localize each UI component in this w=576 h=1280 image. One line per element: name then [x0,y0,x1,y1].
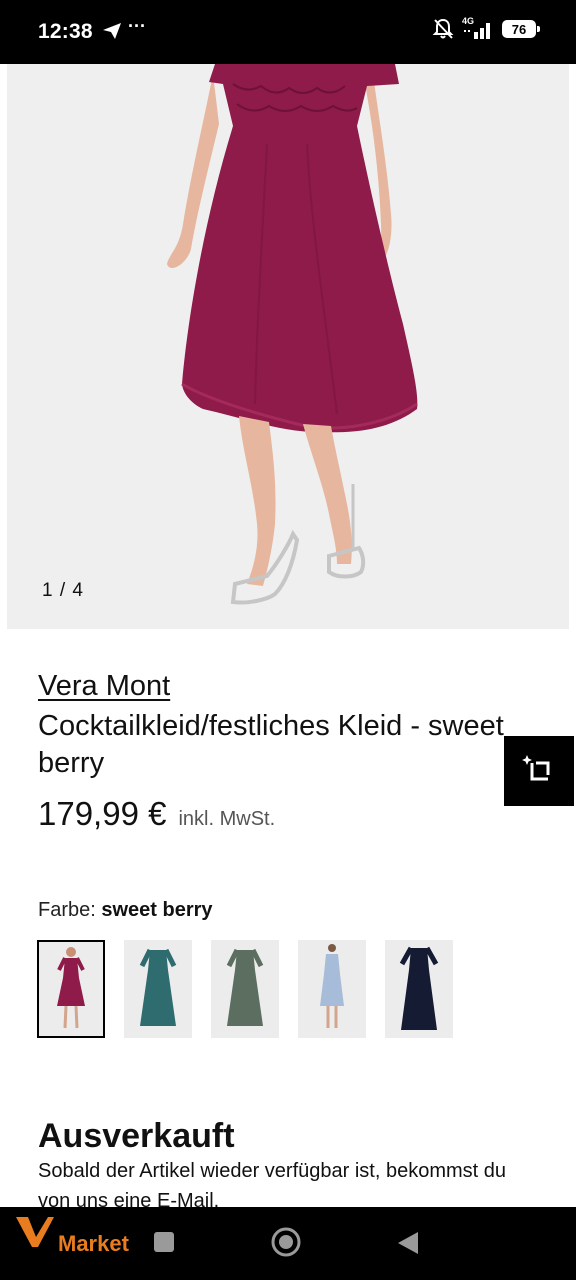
status-bar: 12:38 ··· 4G 76 [0,0,576,64]
image-counter: 1 / 4 [42,580,84,601]
dress-thumbnail [139,948,177,1026]
dress-thumbnail [320,944,344,1028]
dress-thumbnail [57,947,85,1029]
home-button[interactable] [270,1226,302,1258]
color-swatch-teal[interactable] [124,940,192,1038]
brand-link[interactable]: Vera Mont [38,670,170,703]
signal-icon: 4G [462,16,494,40]
vat-note: inkl. MwSt. [178,808,276,830]
telegram-send-icon [103,23,121,39]
sparkle-crop-icon [522,755,550,781]
recent-apps-button[interactable] [154,1232,174,1252]
back-button[interactable] [396,1230,420,1256]
selected-color: sweet berry [101,899,213,921]
dress-thumbnail [226,948,264,1026]
status-more-icon: ··· [128,16,146,36]
product-price: 179,99 € [38,795,167,832]
color-swatches [37,940,453,1038]
market-logo-icon [16,1217,54,1247]
color-swatch-sage[interactable] [211,940,279,1038]
product-title: Cocktailkleid/festliches Kleid - sweet b… [38,710,504,779]
color-swatch-navy[interactable] [385,940,453,1038]
dress-thumbnail [399,946,439,1030]
color-selector-label: Farbe: sweet berry [38,899,213,922]
notifications-muted-icon [432,18,454,39]
product-image-gallery[interactable]: 1 / 4 [7,64,569,629]
color-label: Farbe: [38,899,96,921]
compare-button[interactable] [504,736,574,806]
battery-indicator: 76 [502,20,540,38]
app-name: Market [58,1231,129,1256]
status-indicators: 4G 76 [432,16,540,40]
status-time: 12:38 [38,20,93,43]
price-row: 179,99 € inkl. MwSt. [38,795,275,833]
color-swatch-sweet-berry[interactable] [37,940,105,1038]
availability-status: Ausverkauft [38,1117,235,1155]
product-photo [167,64,418,605]
color-swatch-light-blue[interactable] [298,940,366,1038]
